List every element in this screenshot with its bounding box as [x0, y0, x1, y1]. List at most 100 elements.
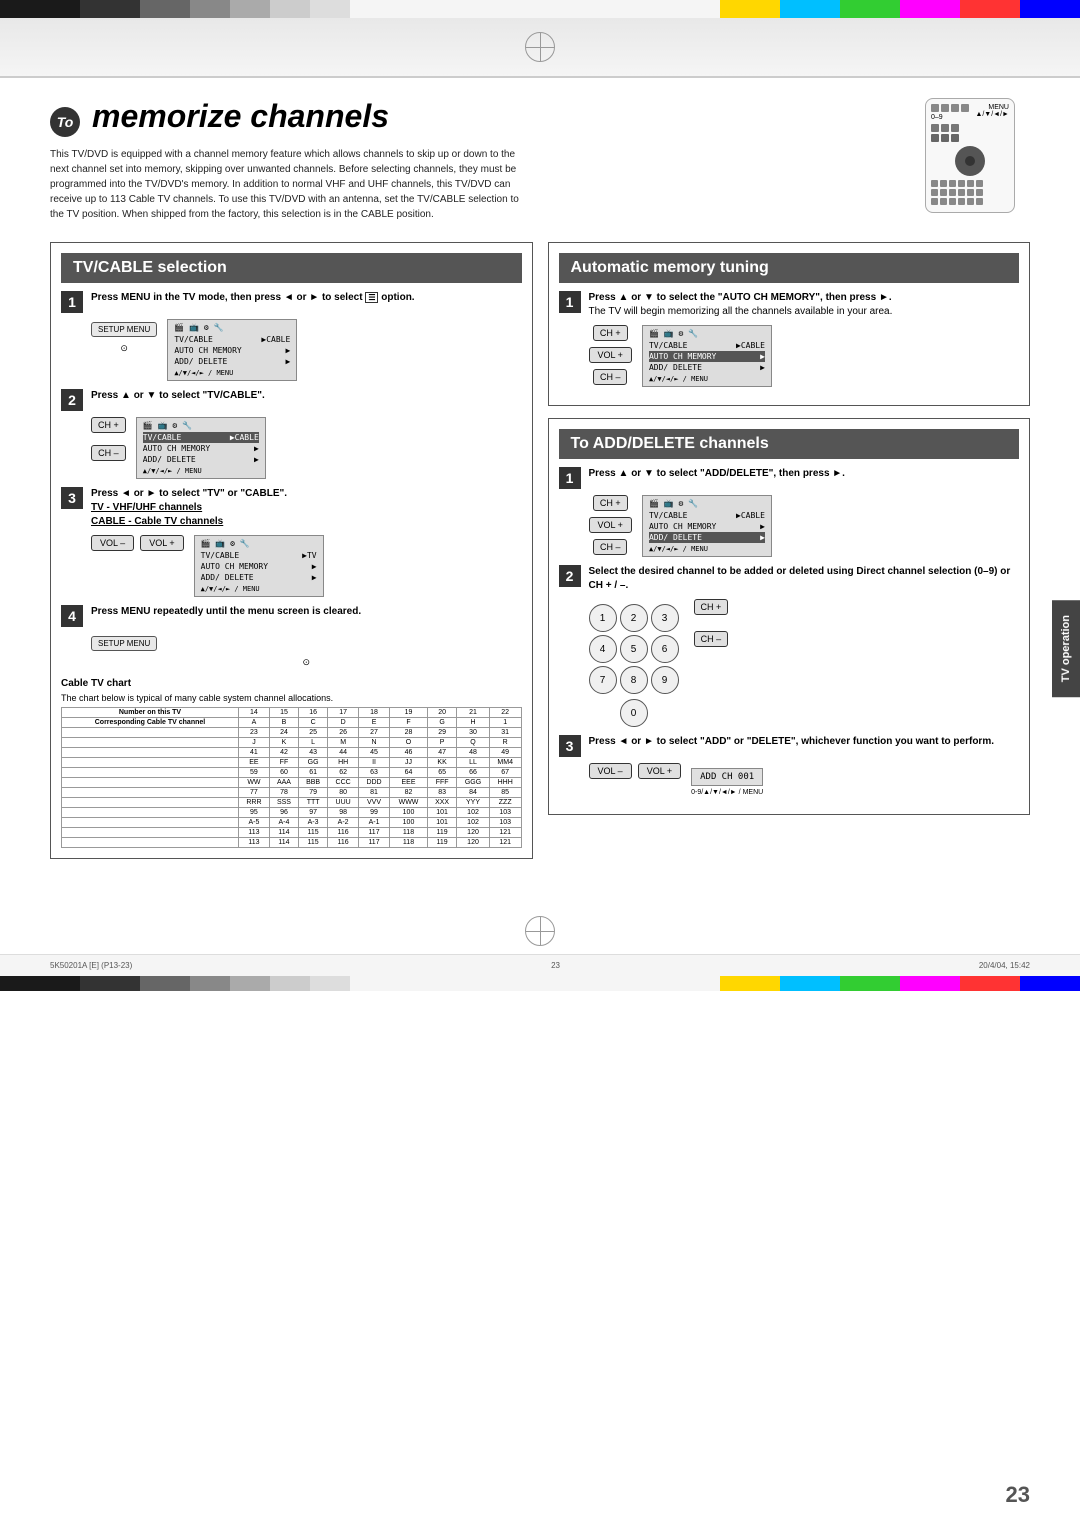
auto-step-num-1: 1 — [559, 291, 581, 313]
add-delete-step-1: 1 Press ▲ or ▼ to select "ADD/DELETE", t… — [559, 467, 1020, 557]
step-3-tv-cable: 3 Press ◄ or ► to select "TV" or "CABLE"… — [61, 487, 522, 597]
chart-row: 777879808182838485 — [62, 788, 522, 798]
add-delete-step-2-header: 2 Select the desired channel to be added… — [559, 565, 1020, 593]
add-delete-step-1-header: 1 Press ▲ or ▼ to select "ADD/DELETE", t… — [559, 467, 1020, 489]
ch-minus-step2[interactable]: CH – — [694, 631, 729, 647]
page-title: To memorize channels — [50, 98, 880, 137]
menu-row-add-delete: ADD/ DELETE▶ — [174, 356, 290, 367]
footnote-right: 20/4/04, 15:42 — [979, 961, 1030, 970]
bottom-color-bar — [0, 976, 1080, 991]
step-2-tv-cable: 2 Press ▲ or ▼ to select "TV/CABLE". CH … — [61, 389, 522, 479]
auto-screen: 🎬 📺 ⚙ 🔧 TV/CABLE▶CABLE AUTO CH MEMORY▶ A… — [642, 325, 772, 387]
key-2[interactable]: 2 — [620, 604, 648, 632]
ch-plus-auto[interactable]: CH + — [593, 325, 628, 341]
page-number: 23 — [1006, 1482, 1030, 1508]
vol-plus-auto[interactable]: VOL + — [589, 347, 632, 363]
key-8[interactable]: 8 — [620, 666, 648, 694]
chart-row: 113114115116117118119120121 — [62, 828, 522, 838]
chart-row: Corresponding Cable TV channel ABCDEFGH1 — [62, 718, 522, 728]
ch-plus-step2[interactable]: CH + — [694, 599, 729, 615]
right-column: Automatic memory tuning 1 Press ▲ or ▼ t… — [548, 242, 1031, 871]
add-delete-step-1-text: Press ▲ or ▼ to select "ADD/DELETE", the… — [589, 467, 1020, 481]
key-5[interactable]: 5 — [620, 635, 648, 663]
chart-row: EEFFGGHHIIJJKKLLMM4 — [62, 758, 522, 768]
chart-row: 414243444546474849 — [62, 748, 522, 758]
ch-controls-auto: CH + VOL + CH – — [589, 325, 632, 385]
title-block: To memorize channels This TV/DVD is equi… — [50, 98, 880, 222]
bottom-crosshair-area — [0, 906, 1080, 954]
vol-minus-btn[interactable]: VOL – — [91, 535, 134, 551]
page-title-section: To memorize channels This TV/DVD is equi… — [50, 98, 1030, 222]
step-num-3: 3 — [61, 487, 83, 509]
step-1-header: 1 Press MENU in the TV mode, then press … — [61, 291, 522, 313]
setup-menu-btn-4: SETUP MENU — [91, 636, 157, 651]
chart-row: 596061626364656667 — [62, 768, 522, 778]
vol-plus-add[interactable]: VOL + — [589, 517, 632, 533]
chart-row: Number on this TV 141516171819202122 — [62, 708, 522, 718]
key-7[interactable]: 7 — [589, 666, 617, 694]
top-color-bar — [0, 0, 1080, 18]
auto-step-1-header: 1 Press ▲ or ▼ to select the "AUTO CH ME… — [559, 291, 1020, 319]
menu-row-add-delete-2: ADD/ DELETE▶ — [143, 454, 259, 465]
auto-menu-add-delete: ADD/ DELETE▶ — [649, 362, 765, 373]
auto-memory-header: Automatic memory tuning — [559, 253, 1020, 283]
top-band — [0, 18, 1080, 78]
step-3-text: Press ◄ or ► to select "TV" or "CABLE". … — [91, 487, 522, 529]
key-0[interactable]: 0 — [620, 699, 648, 727]
key-9[interactable]: 9 — [651, 666, 679, 694]
step-1-tv-cable: 1 Press MENU in the TV mode, then press … — [61, 291, 522, 381]
menu-row-auto-ch-2: AUTO CH MEMORY▶ — [143, 443, 259, 454]
key-1[interactable]: 1 — [589, 604, 617, 632]
tv-cable-section: TV/CABLE selection 1 Press MENU in the T… — [50, 242, 533, 859]
chart-row: 9596979899100101102103 — [62, 808, 522, 818]
auto-step-1: 1 Press ▲ or ▼ to select the "AUTO CH ME… — [559, 291, 1020, 387]
add-menu-tv-cable: TV/CABLE▶CABLE — [649, 510, 765, 521]
chart-row: RRRSSSTTTUUUVVVWWWXXXYYYZZZ — [62, 798, 522, 808]
step-4-text: Press MENU repeatedly until the menu scr… — [91, 605, 522, 619]
vol-plus-step3[interactable]: VOL + — [638, 763, 681, 779]
step-2-text: Press ▲ or ▼ to select "TV/CABLE". — [91, 389, 522, 403]
vol-minus-step3[interactable]: VOL – — [589, 763, 632, 779]
add-delete-header: To ADD/DELETE channels — [559, 429, 1020, 459]
menu-row-auto-ch: AUTO CH MEMORY▶ — [174, 345, 290, 356]
vol-plus-btn[interactable]: VOL + — [140, 535, 183, 551]
left-column: TV/CABLE selection 1 Press MENU in the T… — [50, 242, 533, 871]
ch-plus-btn[interactable]: CH + — [91, 417, 126, 433]
step-4-tv-cable: 4 Press MENU repeatedly until the menu s… — [61, 605, 522, 668]
cable-chart-section: Cable TV chart The chart below is typica… — [61, 678, 522, 848]
vol-controls-step3: VOL – VOL + — [589, 763, 682, 779]
ch-minus-btn[interactable]: CH – — [91, 445, 126, 461]
add-delete-step-3-text: Press ◄ or ► to select "ADD" or "DELETE"… — [589, 735, 1020, 749]
add-display: ADDCH 001 — [691, 768, 763, 786]
menu-row-tv-cable-3: TV/CABLE▶TV — [201, 550, 317, 561]
add-menu-add-delete: ADD/ DELETE▶ — [649, 532, 765, 543]
menu-row-add-delete-3: ADD/ DELETE▶ — [201, 572, 317, 583]
step-4-header: 4 Press MENU repeatedly until the menu s… — [61, 605, 522, 627]
key-4[interactable]: 4 — [589, 635, 617, 663]
ch-minus-auto[interactable]: CH – — [593, 369, 628, 385]
add-delete-step-num-3: 3 — [559, 735, 581, 757]
auto-step-1-text: Press ▲ or ▼ to select the "AUTO CH MEMO… — [589, 291, 1020, 319]
ch-minus-add[interactable]: CH – — [593, 539, 628, 555]
menu-row-auto-ch-3: AUTO CH MEMORY▶ — [201, 561, 317, 572]
key-6[interactable]: 6 — [651, 635, 679, 663]
ch-plus-add[interactable]: CH + — [593, 495, 628, 511]
add-delete-step-2-text: Select the desired channel to be added o… — [589, 565, 1020, 593]
auto-menu-tv-cable: TV/CABLE▶CABLE — [649, 340, 765, 351]
key-3[interactable]: 3 — [651, 604, 679, 632]
vol-controls-3: VOL – VOL + — [91, 535, 184, 551]
chart-row: 232425262728293031 — [62, 728, 522, 738]
screen-2: 🎬 📺 ⚙ 🔧 TV/CABLE▶CABLE AUTO CH MEMORY▶ A… — [136, 417, 266, 479]
chart-row: WWAAABBBCCCDDDEEEFFFGGGHHH — [62, 778, 522, 788]
step-2-header: 2 Press ▲ or ▼ to select "TV/CABLE". — [61, 389, 522, 411]
add-delete-step-3: 3 Press ◄ or ► to select "ADD" or "DELET… — [559, 735, 1020, 796]
title-bullet: To — [50, 107, 80, 137]
screen-1: 🎬 📺 ⚙ 🔧 TV/CABLE▶CABLE AUTO CH MEMORY▶ A… — [167, 319, 297, 381]
auto-memory-section: Automatic memory tuning 1 Press ▲ or ▼ t… — [548, 242, 1031, 406]
footnote-center: 23 — [551, 961, 560, 970]
page-subtitle: This TV/DVD is equipped with a channel m… — [50, 147, 530, 222]
add-delete-step-num-2: 2 — [559, 565, 581, 587]
num-keypad: 1 2 3 4 5 6 7 8 9 — [589, 604, 679, 694]
page-title-text: memorize channels — [92, 98, 389, 135]
add-display-row: ADDCH 001 — [700, 772, 754, 782]
